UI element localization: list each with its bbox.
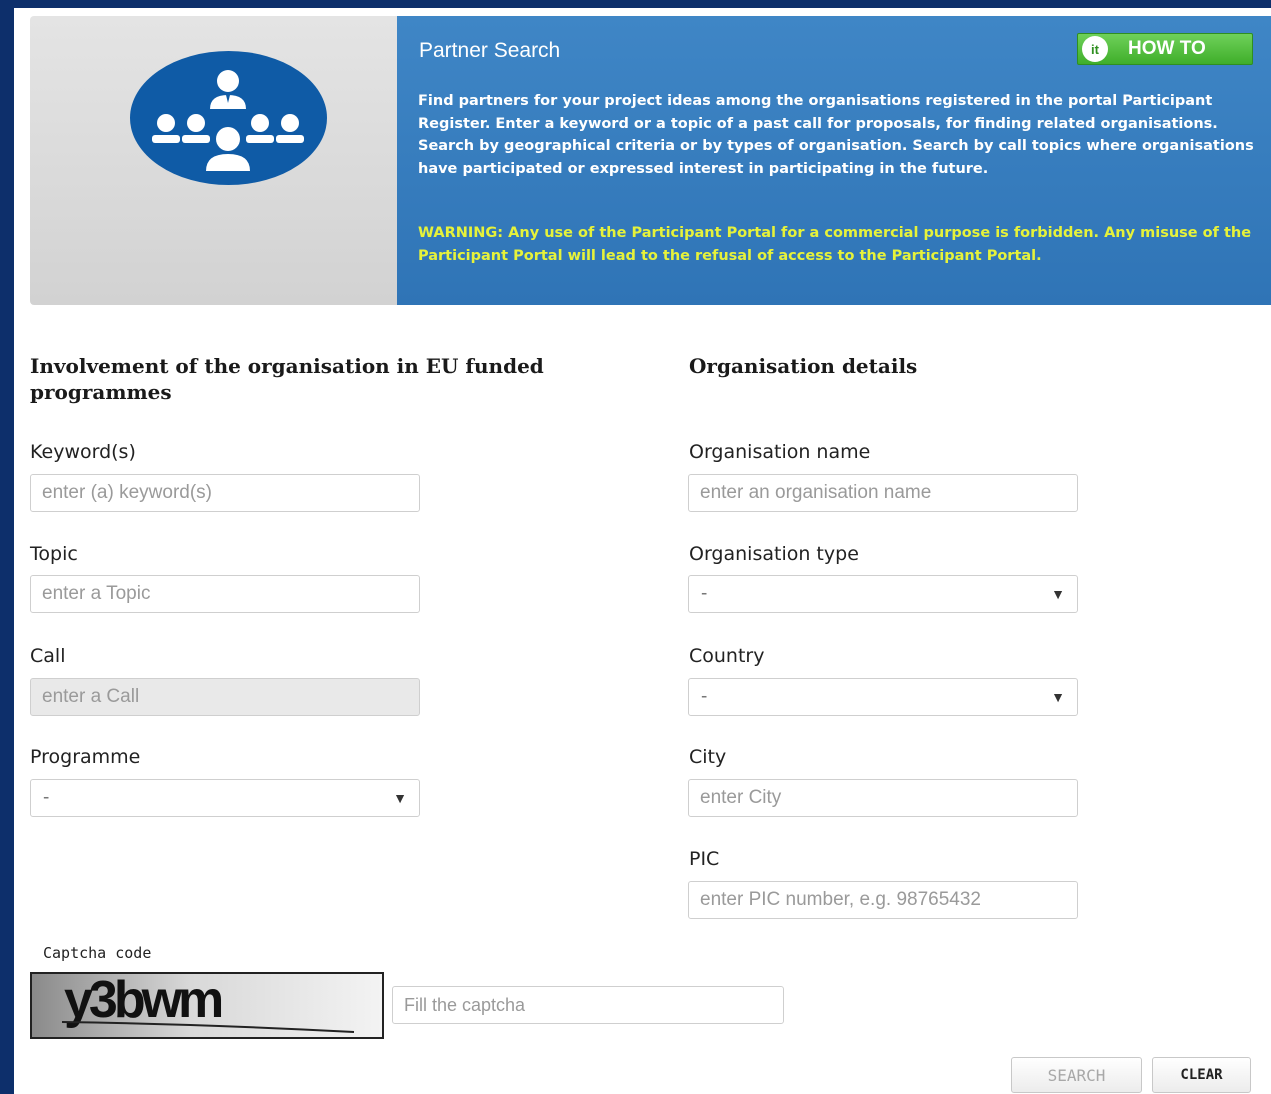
organisation-details-heading: Organisation details — [689, 354, 918, 378]
programme-label: Programme — [30, 746, 141, 768]
pic-label: PIC — [689, 848, 720, 870]
country-select-value: - — [701, 686, 708, 707]
chevron-down-icon: ▼ — [1051, 586, 1065, 602]
country-select[interactable]: - ▼ — [688, 678, 1078, 716]
page-frame: Partner Search it HOW TO Find partners f… — [14, 8, 1271, 1094]
org-type-select-value: - — [701, 583, 708, 604]
search-button[interactable]: SEARCH — [1011, 1057, 1142, 1093]
pic-input[interactable] — [688, 881, 1078, 919]
country-label: Country — [689, 645, 765, 667]
keyword-label: Keyword(s) — [30, 441, 136, 463]
call-label: Call — [30, 645, 66, 667]
programme-select-value: - — [43, 787, 50, 808]
banner-description: Find partners for your project ideas amo… — [418, 93, 1254, 177]
org-type-select[interactable]: - ▼ — [688, 575, 1078, 613]
partner-group-icon — [130, 51, 327, 185]
how-to-button[interactable]: it HOW TO — [1077, 33, 1253, 65]
chevron-down-icon: ▼ — [393, 790, 407, 806]
it-icon: it — [1082, 36, 1108, 62]
banner-info-panel: Partner Search it HOW TO Find partners f… — [397, 16, 1271, 305]
page-title: Partner Search — [419, 39, 561, 62]
clear-button[interactable]: CLEAR — [1152, 1057, 1251, 1093]
how-to-label: HOW TO — [1128, 38, 1206, 59]
captcha-input[interactable] — [392, 986, 784, 1024]
chevron-down-icon: ▼ — [1051, 689, 1065, 705]
call-input[interactable] — [30, 678, 420, 716]
city-label: City — [689, 746, 727, 768]
city-input[interactable] — [688, 779, 1078, 817]
org-name-input[interactable] — [688, 474, 1078, 512]
captcha-label: Captcha code — [43, 944, 152, 962]
banner-logo-panel — [30, 16, 397, 305]
topic-input[interactable] — [30, 575, 420, 613]
org-type-label: Organisation type — [689, 543, 859, 565]
programme-select[interactable]: - ▼ — [30, 779, 420, 817]
captcha-image: y3bwm — [30, 972, 384, 1039]
involvement-heading: Involvement of the organisation in EU fu… — [30, 354, 544, 404]
banner-warning: WARNING: Any use of the Participant Port… — [418, 225, 1252, 264]
org-name-label: Organisation name — [689, 441, 871, 463]
topic-label: Topic — [30, 543, 78, 565]
keyword-input[interactable] — [30, 474, 420, 512]
